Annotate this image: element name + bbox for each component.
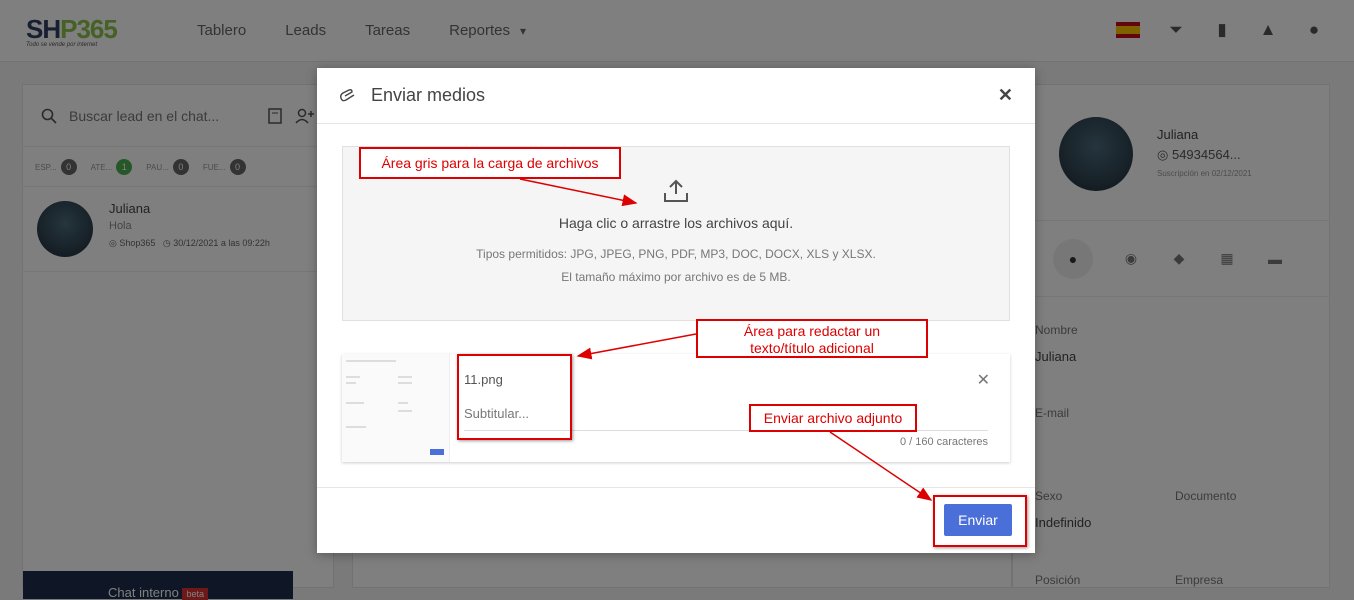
- annotation-send-file: Enviar archivo adjunto: [749, 404, 917, 432]
- modal-title: Enviar medios: [371, 85, 486, 105]
- send-media-modal: Enviar medios ✕ Haga clic o arrastre los…: [317, 68, 1035, 553]
- annotation-caption-area: Área para redactar un texto/título adici…: [696, 319, 928, 358]
- file-thumbnail: [342, 354, 450, 462]
- drop-instructions: Haga clic o arrastre los archivos aquí.: [558, 215, 794, 231]
- remove-file-icon[interactable]: ✕: [977, 370, 990, 390]
- annotation-upload-area: Área gris para la carga de archivos: [359, 147, 621, 179]
- character-counter: 0 / 160 caracteres: [899, 436, 988, 448]
- paperclip-icon: [340, 88, 355, 101]
- upload-icon: [664, 179, 688, 202]
- max-size: El tamaño máximo por archivo es de 5 MB.: [561, 270, 791, 284]
- modal-header: Enviar medios ✕: [317, 68, 1035, 124]
- close-icon[interactable]: ✕: [998, 85, 1013, 106]
- allowed-types: Tipos permitidos: JPG, JPEG, PNG, PDF, M…: [476, 247, 876, 261]
- modal-footer-divider: [317, 487, 1035, 488]
- highlight-send-button: [933, 495, 1027, 547]
- highlight-caption-area: [457, 354, 572, 440]
